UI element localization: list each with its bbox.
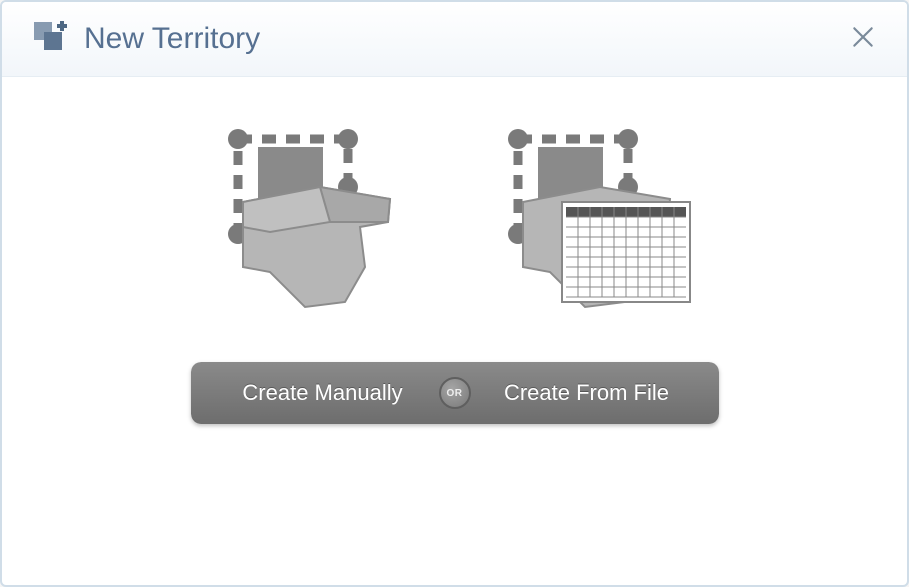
dialog-body: Create Manually Create From File OR: [2, 77, 907, 424]
territory-plus-icon: [32, 20, 70, 58]
create-manually-button[interactable]: Create Manually: [191, 362, 455, 424]
create-from-file-button[interactable]: Create From File: [455, 362, 719, 424]
dialog-header: New Territory: [2, 2, 907, 77]
header-left: New Territory: [32, 20, 260, 58]
button-bar: Create Manually Create From File OR: [191, 362, 719, 424]
or-badge: OR: [439, 377, 471, 409]
dialog-title: New Territory: [84, 22, 260, 56]
new-territory-dialog: New Territory: [0, 0, 909, 587]
option-illustrations: [210, 127, 700, 317]
close-button[interactable]: [849, 25, 877, 53]
illustration-create-from-file: [500, 127, 700, 317]
close-icon: [850, 24, 876, 55]
illustration-create-manually: [210, 127, 410, 317]
